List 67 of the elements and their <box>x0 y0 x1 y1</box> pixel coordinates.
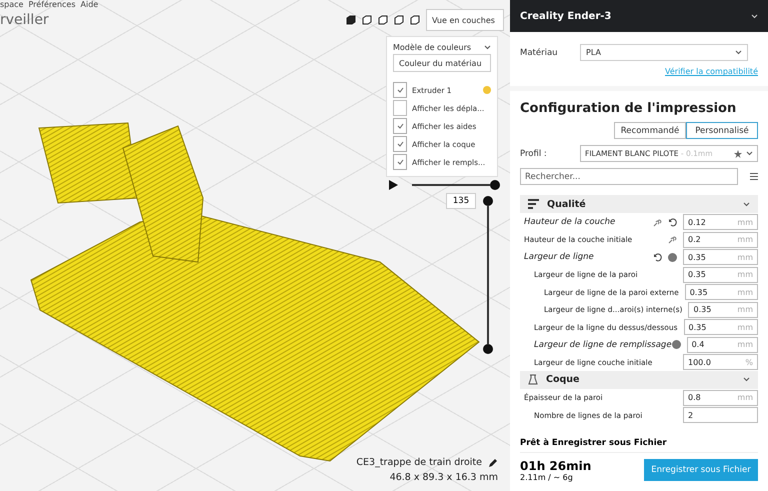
object-dimensions: 46.8 x 89.3 x 16.3 mm <box>390 472 498 483</box>
section-title: Configuration de l'impression <box>520 101 738 116</box>
chevron-icon <box>746 151 753 156</box>
status-text: Prêt à Enregistrer sous Fichier <box>520 438 758 453</box>
setting-field[interactable]: 100.0 % <box>683 354 758 370</box>
reset-icon[interactable] <box>653 252 662 262</box>
info-icon[interactable] <box>672 340 681 350</box>
mode-tab[interactable]: Personnalisé <box>686 122 758 140</box>
setting-field[interactable]: 0.8 mm <box>683 390 758 406</box>
setting-field[interactable]: 0.35 mm <box>683 266 758 283</box>
setting-field[interactable]: 0.35 mm <box>683 249 758 266</box>
setting-field[interactable]: 0.35 mm <box>684 284 758 300</box>
panel-title: Modèle de couleurs <box>393 43 472 52</box>
setting-label: Largeur de ligne de remplissage <box>534 340 672 350</box>
setting-field[interactable]: 0.4 mm <box>686 336 758 353</box>
printer-selector[interactable]: Creality Ender-3 <box>510 0 768 32</box>
color-scheme-dropdown[interactable]: Couleur du matériau <box>393 54 491 72</box>
stage-tab[interactable]: rveiller <box>0 12 49 28</box>
view-mode-dropdown[interactable]: Vue en couches <box>426 9 504 31</box>
pencil-icon[interactable] <box>488 458 498 468</box>
checkbox[interactable] <box>393 82 407 98</box>
chevron-icon <box>743 202 750 207</box>
shell-icon <box>528 374 538 386</box>
layers-icon <box>528 199 539 210</box>
chevron-icon <box>484 45 491 50</box>
checkbox[interactable] <box>393 154 407 170</box>
checkbox[interactable] <box>393 118 407 134</box>
material-usage: 2.11m / ~ 6g <box>520 472 574 482</box>
object-name: CE3_trappe de train droite <box>356 457 482 468</box>
check-icon <box>396 141 404 147</box>
slider-handle[interactable] <box>483 196 493 206</box>
chevron-icon <box>743 377 750 382</box>
info-icon[interactable] <box>668 252 677 262</box>
menu-item[interactable]: Aide <box>80 0 98 10</box>
setting-field[interactable]: 0.35 mm <box>684 319 758 336</box>
menu-item[interactable]: Préférences <box>28 0 76 10</box>
slider-handle[interactable] <box>490 180 500 190</box>
slider-handle[interactable] <box>483 344 493 354</box>
setting-field[interactable]: 0.2 mm <box>683 232 758 248</box>
setting-field[interactable]: 0.35 mm <box>688 302 758 318</box>
category-header[interactable]: Qualité <box>520 195 758 214</box>
setting-field[interactable]: 0.12 mm <box>683 214 758 230</box>
layer-number-label: 135 <box>446 193 476 209</box>
link-icon[interactable] <box>653 218 662 227</box>
menu-icon[interactable] <box>750 173 758 180</box>
category-header[interactable]: Coque <box>520 370 758 389</box>
setting-label: Hauteur de la couche <box>524 217 616 228</box>
check-icon <box>396 159 404 165</box>
search-field[interactable]: Rechercher... <box>520 168 738 186</box>
check-icon <box>396 123 404 129</box>
checkbox[interactable] <box>393 100 407 116</box>
reset-icon[interactable] <box>668 218 677 227</box>
mode-tab[interactable]: Recommandé <box>614 122 686 140</box>
chevron-icon <box>735 50 742 56</box>
chevron-icon <box>751 14 758 19</box>
print-time: 01h 26min <box>520 458 592 473</box>
setting-field[interactable]: 2 <box>683 407 758 424</box>
check-icon <box>396 87 404 93</box>
material-label: Matériau <box>520 48 559 58</box>
setting-label: Largeur de ligne <box>524 252 595 262</box>
checkbox[interactable] <box>393 136 407 152</box>
profile-label: Profil : <box>520 148 547 159</box>
star-icon <box>734 150 742 158</box>
link-icon[interactable] <box>668 235 677 244</box>
material-dropdown[interactable]: PLA <box>580 44 748 62</box>
play-icon[interactable] <box>389 180 398 190</box>
menu-item[interactable]: space <box>0 0 24 10</box>
